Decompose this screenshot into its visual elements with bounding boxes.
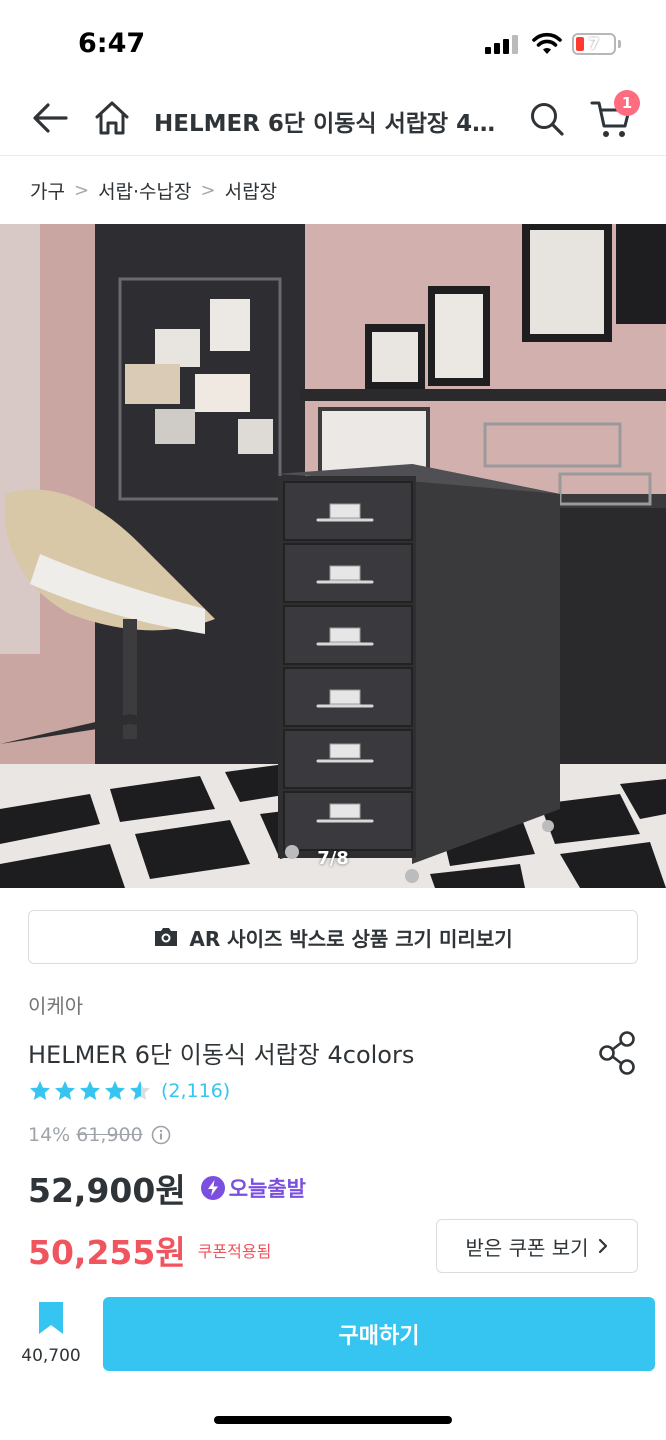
product-title: HELMER 6단 이동식 서랍장 4colors [28, 1041, 415, 1069]
price-row: 52,900원 오늘출발 [28, 1164, 306, 1212]
brand-name[interactable]: 이케아 [28, 990, 83, 1019]
breadcrumb-separator-icon: > [200, 179, 216, 201]
camera-icon [155, 928, 178, 946]
star-rating [28, 1079, 153, 1103]
discount-row: 14% 61,900 [28, 1124, 171, 1146]
today-delivery-badge: 오늘출발 [200, 1173, 306, 1203]
star-full-icon [105, 1081, 125, 1100]
star-half-icon [130, 1081, 150, 1100]
share-icon[interactable] [598, 1030, 638, 1076]
signal-icon [485, 34, 521, 54]
coupon-price-row: 50,255원 쿠폰적용됨 [28, 1226, 271, 1274]
wifi-icon [532, 32, 562, 54]
ar-size-preview-button[interactable]: AR 사이즈 박스로 상품 크기 미리보기 [28, 910, 638, 964]
home-indicator [214, 1416, 452, 1424]
view-coupons-label: 받은 쿠폰 보기 [465, 1235, 589, 1260]
discount-rate: 14% [28, 1124, 71, 1146]
today-delivery-label: 오늘출발 [228, 1177, 306, 1201]
nav-bar: HELMER 6단 이동식 서랍장 4colors [0, 80, 666, 156]
coupon-price: 50,255원 [28, 1233, 186, 1272]
battery-level: 7 [588, 34, 600, 53]
battery-icon: 7 [572, 33, 616, 55]
bookmark-icon [39, 1302, 63, 1334]
cart-badge: 1 [614, 90, 640, 116]
back-arrow-icon[interactable] [30, 98, 70, 138]
breadcrumb: 가구 > 서랍·수납장 > 서랍장 [30, 176, 277, 204]
buy-button[interactable]: 구매하기 [103, 1297, 655, 1371]
status-time: 6:47 [78, 28, 146, 59]
image-counter: 7/8 [317, 848, 349, 869]
search-icon[interactable] [528, 100, 566, 138]
bottom-action-bar: 40,700 구매하기 [0, 1294, 666, 1384]
bookmark-button[interactable]: 40,700 [18, 1300, 84, 1376]
rating-row[interactable]: (2,116) [28, 1076, 230, 1106]
bookmark-count: 40,700 [21, 1346, 81, 1366]
breadcrumb-item-furniture[interactable]: 가구 [30, 177, 65, 204]
original-price: 61,900 [76, 1124, 143, 1146]
lightning-bolt-icon [200, 1176, 225, 1200]
breadcrumb-item-drawer-storage[interactable]: 서랍·수납장 [98, 177, 191, 204]
product-photo [0, 224, 666, 888]
chevron-right-icon [598, 1238, 607, 1254]
nav-title: HELMER 6단 이동식 서랍장 4colors [154, 111, 504, 137]
review-count[interactable]: (2,116) [161, 1080, 230, 1102]
star-full-icon [30, 1081, 50, 1100]
home-icon[interactable] [92, 98, 132, 138]
coupon-applied-label: 쿠폰적용됨 [197, 1242, 272, 1261]
ar-button-label: AR 사이즈 박스로 상품 크기 미리보기 [189, 926, 513, 951]
sale-price: 52,900원 [28, 1171, 186, 1210]
info-icon[interactable] [151, 1125, 171, 1145]
view-coupons-button[interactable]: 받은 쿠폰 보기 [436, 1219, 638, 1273]
status-bar: 6:47 7 [0, 0, 666, 80]
product-image-gallery[interactable]: 7/8 [0, 224, 666, 888]
star-full-icon [80, 1081, 100, 1100]
star-full-icon [55, 1081, 75, 1100]
breadcrumb-item-drawer[interactable]: 서랍장 [225, 177, 277, 204]
breadcrumb-separator-icon: > [73, 179, 90, 201]
